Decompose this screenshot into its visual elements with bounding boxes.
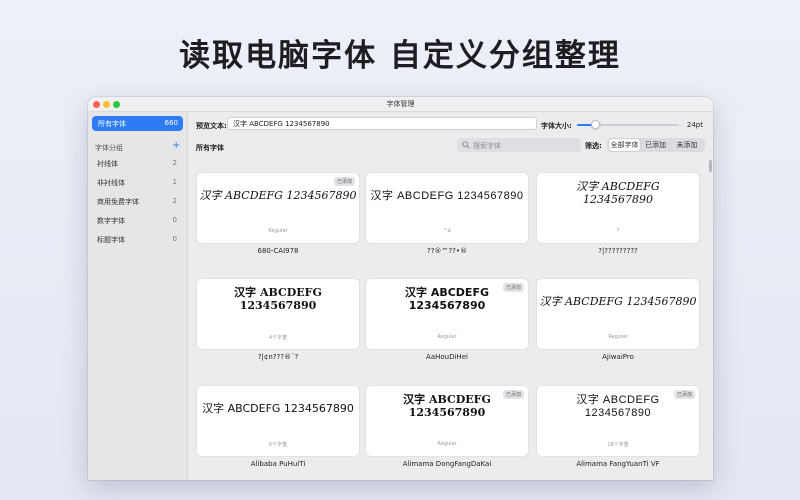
font-style-count: ? <box>616 228 620 234</box>
preview-line-2: 1234567890 <box>583 192 653 206</box>
font-preview-card[interactable]: 汉字 ABCDEFG 1234567890 6个字重 <box>197 386 359 456</box>
filter-all[interactable]: 全部字体 <box>609 139 640 151</box>
sidebar-item-label: 商用免费字体 <box>97 198 139 206</box>
font-name: AjiwaiPro <box>602 353 634 361</box>
marketing-headline: 读取电脑字体 自定义分组整理 <box>179 38 621 74</box>
font-preview-card[interactable]: 汉字 ABCDEFG 1234567890 Regular 已添加 <box>197 173 359 243</box>
added-badge: 已添加 <box>673 390 695 399</box>
sidebar-group-item[interactable]: 商用免费字体 2 <box>97 197 179 209</box>
preview-line-2: 1234567890 <box>584 406 652 419</box>
slider-thumb[interactable] <box>591 120 601 129</box>
plus-icon[interactable]: + <box>172 140 180 151</box>
font-name: 680-CAI978 <box>257 247 299 255</box>
sidebar-item-label: 衬线体 <box>97 160 118 168</box>
font-preview-text: 汉字 ABCDEFG 1234567890 <box>197 286 359 312</box>
font-preview-text: 汉字 ABCDEFG 1234567890 <box>370 190 524 202</box>
titlebar: 字体管理 <box>88 97 713 112</box>
preview-line-2: 1234567890 <box>408 405 486 419</box>
font-preview-text: 汉字 ABCDEFG 1234567890 <box>199 189 357 202</box>
added-badge: 已添加 <box>502 390 524 399</box>
preview-text-input[interactable] <box>227 117 537 130</box>
font-preview-text: 汉字 ABCDEFG 1234567890 <box>202 402 354 415</box>
font-name: ??®™??•® <box>427 247 467 255</box>
font-preview-text: 汉字 ABCDEFG 1234567890 <box>537 180 699 206</box>
preview-line-1: 汉字 ABCDEFG <box>576 180 660 193</box>
font-preview-card[interactable]: 汉字 ABCDEFG 1234567890 ™£ <box>366 173 528 243</box>
main-panel: 预览文本: 字体大小: 24pt 所有字体 搜索字体 筛选: 全部字体 已添加 … <box>189 112 713 480</box>
font-size-slider[interactable] <box>577 120 679 129</box>
font-style-count: Regular <box>437 441 457 447</box>
font-name: AaHouDiHei <box>426 353 468 361</box>
sidebar-item-count: 0 <box>172 235 177 243</box>
sidebar-item-count: 0 <box>172 216 177 224</box>
added-badge: 已添加 <box>333 177 355 186</box>
preview-text-label: 预览文本: <box>196 122 227 130</box>
filter-not-added[interactable]: 未添加 <box>671 139 703 151</box>
sidebar-item-count: 660 <box>164 119 178 127</box>
font-size-label: 字体大小: <box>541 122 572 130</box>
filter-added[interactable]: 已添加 <box>641 139 670 151</box>
font-style-count: ™£ <box>442 228 452 234</box>
sidebar-item-count: 1 <box>172 178 177 186</box>
search-input[interactable]: 搜索字体 <box>457 138 581 152</box>
font-style-count: Regular <box>608 334 628 340</box>
preview-line-2: 1234567890 <box>239 298 317 312</box>
added-badge: 已添加 <box>502 283 524 292</box>
window-title: 字体管理 <box>386 100 415 108</box>
font-style-count: Regular <box>268 228 288 234</box>
sidebar-item-count: 2 <box>172 159 177 167</box>
app-window: 字体管理 所有字体 660 字体分组 + 衬线体 2 非衬线体 1 商用免费字体 2 数字字… <box>88 97 713 480</box>
sidebar-group-item[interactable]: 衬线体 2 <box>97 159 179 171</box>
filter-label: 筛选: <box>585 142 602 150</box>
search-placeholder: 搜索字体 <box>473 142 501 150</box>
font-preview-text: 汉字 ABCDEFG 1234567890 <box>539 295 697 308</box>
sidebar-item-count: 2 <box>172 197 177 205</box>
section-title: 所有字体 <box>196 144 224 152</box>
sidebar-item-all-fonts[interactable]: 所有字体 660 <box>92 116 183 131</box>
sidebar-group-item[interactable]: 数字字体 0 <box>97 216 179 228</box>
font-name: ?|¢n???®¨? <box>257 353 299 361</box>
sidebar: 所有字体 660 字体分组 + 衬线体 2 非衬线体 1 商用免费字体 2 数字字体 0 标题字… <box>88 112 188 480</box>
scrollbar[interactable] <box>709 160 712 172</box>
search-icon <box>462 141 470 149</box>
font-style-count: 4个字重 <box>268 335 288 341</box>
sidebar-item-label: 非衬线体 <box>97 179 125 187</box>
preview-line-2: 1234567890 <box>408 298 486 312</box>
font-style-count: 6个字重 <box>268 442 288 448</box>
font-preview-card[interactable]: 汉字 ABCDEFG 1234567890 Regular 已添加 <box>366 279 528 349</box>
sidebar-item-label: 标题字体 <box>97 236 125 244</box>
preview-line-1: 汉字 ABCDEFG <box>234 286 322 299</box>
sidebar-item-label: 数字字体 <box>97 217 125 225</box>
font-style-count: Regular <box>437 334 457 340</box>
font-style-count: 18个字重 <box>607 442 629 448</box>
font-name: Alimama FangYuanTi VF <box>576 460 660 468</box>
font-preview-card[interactable]: 汉字 ABCDEFG 1234567890 Regular 已添加 <box>366 386 528 456</box>
sidebar-item-label: 所有字体 <box>98 120 126 128</box>
sidebar-group-item[interactable]: 标题字体 0 <box>97 235 179 247</box>
font-preview-card[interactable]: 汉字 ABCDEFG 1234567890 Regular <box>537 279 699 349</box>
font-size-value: 24pt <box>686 121 703 129</box>
font-name: ?|????????? <box>598 247 638 255</box>
font-preview-card[interactable]: 汉字 ABCDEFG 1234567890 18个字重 已添加 <box>537 386 699 456</box>
font-preview-card[interactable]: 汉字 ABCDEFG 1234567890? <box>537 173 699 243</box>
font-grid: 汉字 ABCDEFG 1234567890 Regular 已添加 680-CAI97… <box>189 157 713 480</box>
font-name: Alimama DongFangDaKai <box>402 460 492 468</box>
font-preview-card[interactable]: 汉字 ABCDEFG 1234567890 4个字重 <box>197 279 359 349</box>
sidebar-group-item[interactable]: 非衬线体 1 <box>97 178 179 190</box>
filter-segmented-control: 全部字体 已添加 未添加 <box>607 138 705 152</box>
groups-header: 字体分组 <box>95 144 123 152</box>
font-name: Alibaba PuHuiTi <box>250 460 306 468</box>
